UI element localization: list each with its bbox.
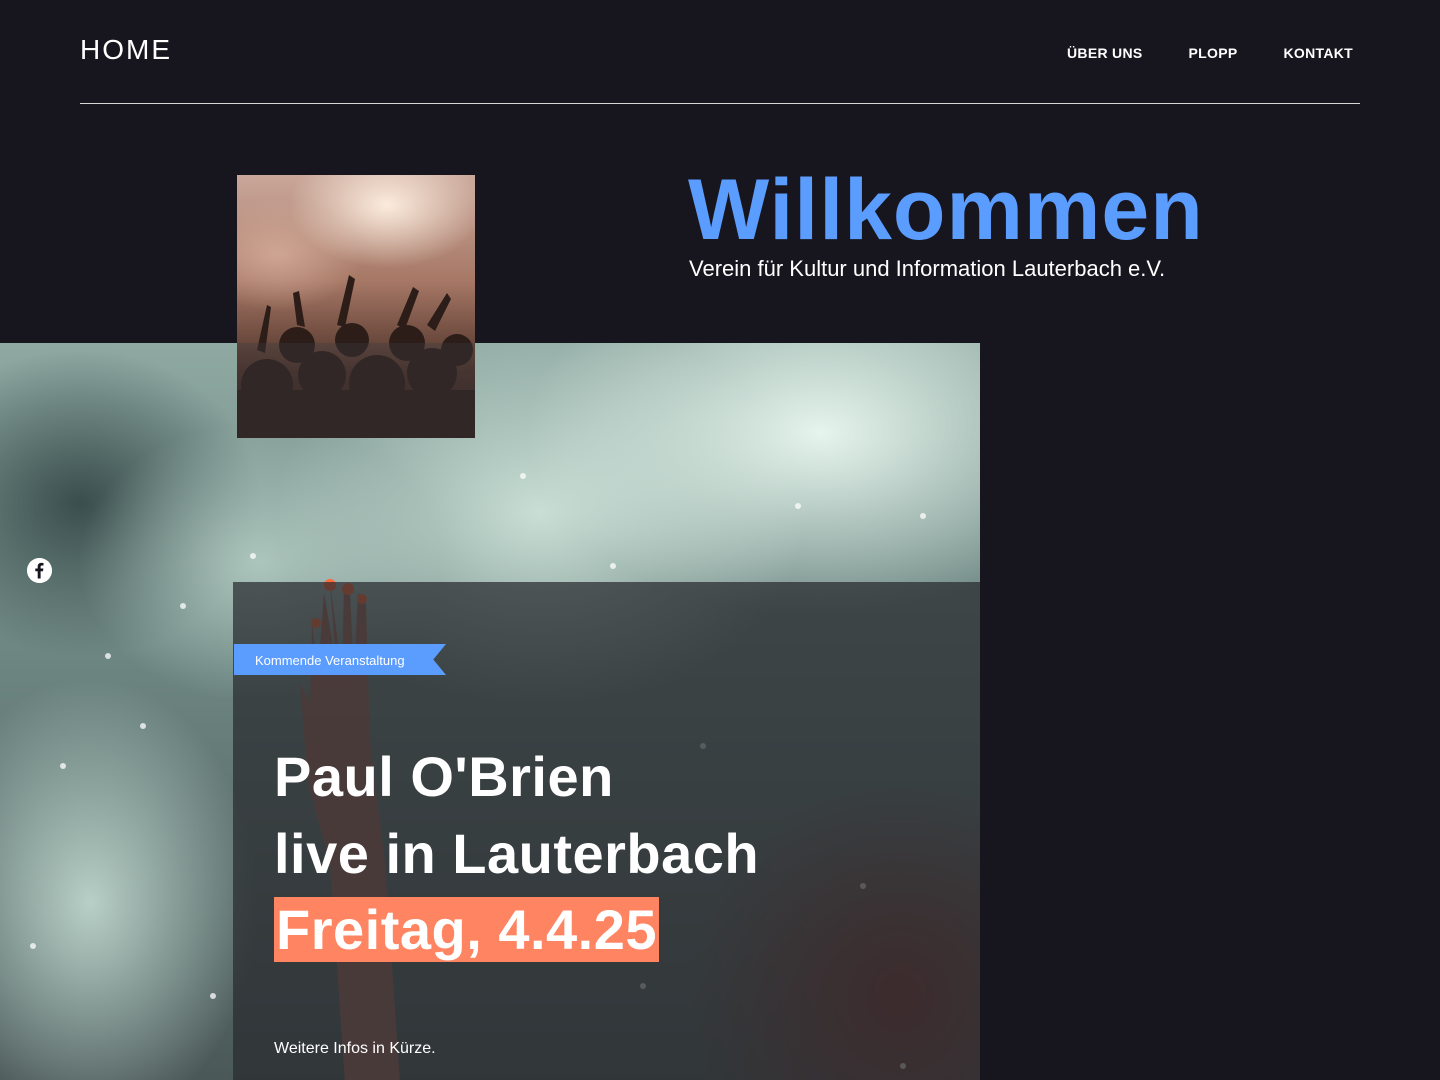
event-tag-label: Kommende Veranstaltung	[255, 653, 405, 668]
facebook-link[interactable]	[27, 558, 52, 583]
nav-link-ueber-uns[interactable]: ÜBER UNS	[1067, 45, 1143, 61]
event-date-highlight: Freitag, 4.4.25	[274, 897, 660, 962]
event-more-info: Weitere Infos in Kürze.	[274, 1040, 436, 1057]
welcome-heading: Willkommen	[688, 162, 1204, 258]
main-nav: ÜBER UNS PLOPP KONTAKT	[1067, 45, 1353, 61]
event-title-location: live in Lauterbach	[274, 822, 760, 885]
crowd-concert-image	[237, 175, 475, 438]
page: HOME ÜBER UNS PLOPP KONTAKT Willkommen V…	[0, 0, 1440, 1080]
facebook-icon	[27, 558, 52, 583]
welcome-subtitle: Verein für Kultur und Information Lauter…	[689, 256, 1166, 281]
nav-link-plopp[interactable]: PLOPP	[1189, 45, 1238, 61]
nav-link-kontakt[interactable]: KONTAKT	[1284, 45, 1354, 61]
header-divider	[80, 103, 1360, 104]
site-logo-home-link[interactable]: HOME	[80, 34, 172, 66]
event-tag-ribbon: Kommende Veranstaltung	[234, 644, 446, 675]
crowd-image-overlay	[237, 343, 475, 438]
event-title-artist: Paul O'Brien	[274, 745, 614, 808]
